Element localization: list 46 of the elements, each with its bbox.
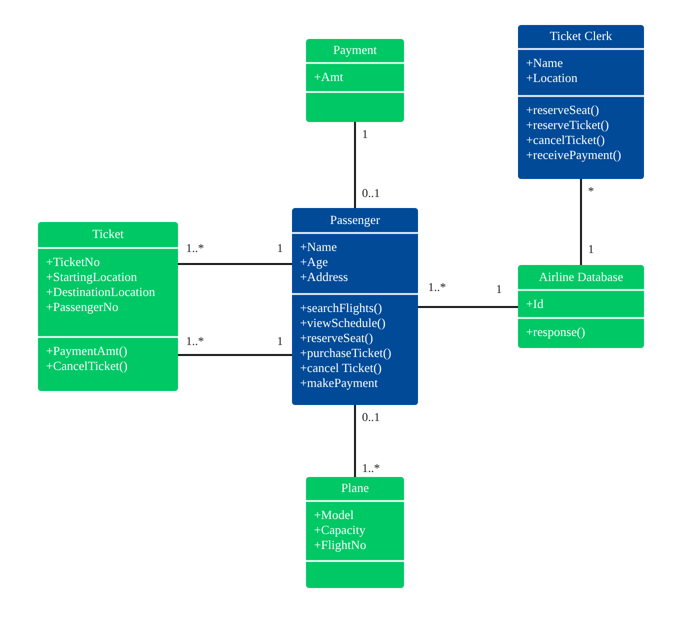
attribute-text: +Model <box>314 508 355 523</box>
multiplicity-label: 1..* <box>186 334 204 348</box>
multiplicity-label: 1 <box>277 334 283 348</box>
attribute-text: +Amt <box>314 70 344 85</box>
multiplicity-label: 1 <box>496 282 502 296</box>
method-text: +reserveTicket() <box>526 118 610 133</box>
attribute-text: +DestinationLocation <box>46 285 156 300</box>
attribute-text: +PassengerNo <box>46 300 120 315</box>
attribute-text: +Age <box>300 255 329 270</box>
multiplicity-label: 1 <box>362 127 368 141</box>
method-text: +viewSchedule() <box>300 316 386 331</box>
method-text: +receivePayment() <box>526 148 622 163</box>
multiplicity-label: 1 <box>277 241 283 255</box>
method-text: +makePayment <box>300 376 379 391</box>
attribute-text: +FlightNo <box>314 538 368 553</box>
method-text: +purchaseTicket() <box>300 346 392 361</box>
method-text: +cancel Ticket() <box>300 361 383 376</box>
class-title: Payment <box>333 43 377 58</box>
class-title: Plane <box>341 481 369 496</box>
attribute-text: +Address <box>300 270 350 285</box>
method-text: +reserveSeat() <box>526 103 600 118</box>
attribute-text: +Name <box>300 240 338 255</box>
class-title: Airline Database <box>538 270 624 284</box>
method-text: +response() <box>526 325 586 340</box>
multiplicity-label: 1..* <box>362 461 380 475</box>
multiplicity-label: * <box>588 184 594 198</box>
attribute-text: +Name <box>526 56 564 71</box>
multiplicity-label: 0..1 <box>362 186 380 200</box>
class-title: Ticket <box>92 227 124 242</box>
multiplicity-label: 1..* <box>186 241 204 255</box>
method-text: +reserveSeat() <box>300 331 374 346</box>
multiplicity-label: 1 <box>588 242 594 256</box>
attribute-text: +Capacity <box>314 523 366 538</box>
method-text: +cancelTicket() <box>526 133 606 148</box>
multiplicity-label: 0..1 <box>362 410 380 424</box>
association-line <box>354 405 356 477</box>
method-text: +PaymentAmt() <box>46 344 128 359</box>
class-title: Passenger <box>330 212 380 228</box>
class-title: Ticket Clerk <box>550 29 612 44</box>
method-text: +CancelTicket() <box>46 359 129 374</box>
attribute-text: +StartingLocation <box>46 270 138 285</box>
method-text: +searchFlights() <box>300 301 384 316</box>
multiplicity-label: 1..* <box>428 280 446 294</box>
attribute-text: +Id <box>526 297 544 312</box>
attribute-text: +Location <box>526 71 578 86</box>
attribute-text: +TicketNo <box>46 255 101 270</box>
